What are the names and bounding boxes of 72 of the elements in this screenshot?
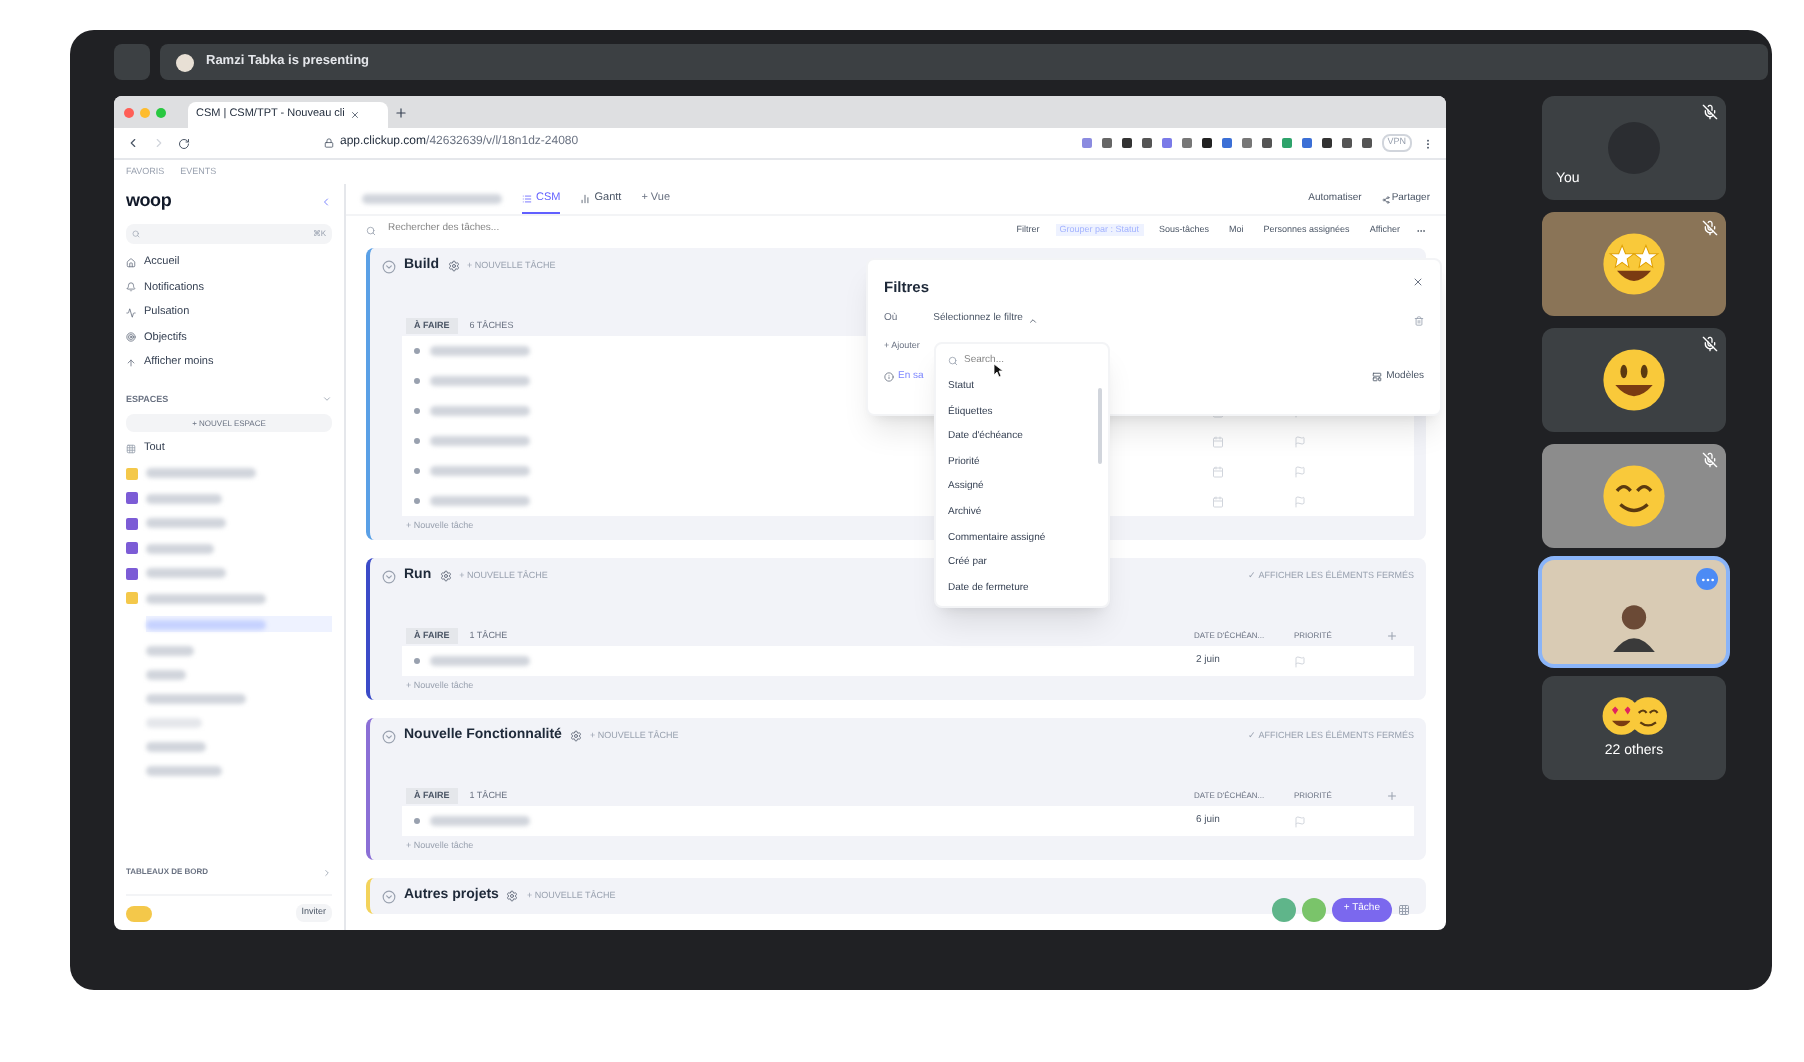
share-icon bbox=[1381, 195, 1390, 203]
emoji-icon bbox=[1600, 346, 1668, 414]
add-column-icon[interactable] bbox=[1386, 789, 1398, 802]
caret-icon bbox=[1028, 315, 1039, 325]
blurred-text bbox=[430, 436, 530, 447]
blurred-text bbox=[146, 568, 226, 578]
blurred-text bbox=[146, 694, 246, 705]
chevron-icon[interactable] bbox=[322, 867, 332, 878]
space-icon[interactable] bbox=[126, 517, 138, 529]
pulse-icon bbox=[126, 307, 136, 318]
bell-icon bbox=[126, 282, 136, 293]
blurred-text bbox=[146, 766, 222, 777]
bar-chart-icon bbox=[580, 194, 591, 204]
emoji-icon bbox=[1600, 462, 1668, 530]
blurred-text bbox=[146, 493, 222, 503]
collapse-icon[interactable] bbox=[382, 569, 396, 584]
target-icon bbox=[126, 332, 136, 343]
list-icon bbox=[522, 193, 532, 203]
blurred-text bbox=[146, 718, 202, 729]
info-icon bbox=[884, 371, 894, 382]
blurred-text bbox=[146, 543, 214, 553]
home-icon bbox=[126, 257, 136, 268]
search-icon bbox=[948, 356, 958, 367]
person-silhouette-icon bbox=[1608, 600, 1660, 652]
calendar-icon[interactable] bbox=[1212, 435, 1224, 448]
blurred-text bbox=[146, 518, 226, 528]
meeting-menu-button[interactable] bbox=[114, 44, 150, 80]
search-icon bbox=[132, 230, 140, 238]
delete-icon[interactable] bbox=[1414, 315, 1424, 325]
blurred-text bbox=[146, 593, 266, 603]
blurred-text bbox=[430, 406, 530, 417]
space-icon[interactable] bbox=[126, 492, 138, 504]
collapse-icon[interactable] bbox=[382, 889, 396, 904]
space-icon[interactable] bbox=[126, 567, 138, 579]
collapse-icon[interactable] bbox=[382, 259, 396, 274]
collapse-icon[interactable] bbox=[382, 729, 396, 744]
new-tab-icon[interactable] bbox=[394, 105, 408, 119]
logo-text: woop bbox=[126, 188, 172, 215]
grid-icon[interactable] bbox=[1398, 904, 1410, 916]
blurred-text bbox=[146, 742, 206, 753]
back-icon[interactable] bbox=[126, 136, 140, 150]
workspace-avatar[interactable] bbox=[126, 905, 152, 922]
gear-icon[interactable] bbox=[439, 570, 452, 583]
blurred-text bbox=[146, 619, 266, 630]
blurred-text bbox=[430, 496, 530, 507]
add-column-icon[interactable] bbox=[1386, 629, 1398, 642]
scrollbar bbox=[1098, 388, 1102, 464]
blurred-text bbox=[146, 468, 256, 478]
mouse-cursor-icon bbox=[994, 364, 1004, 378]
blurred-text bbox=[430, 346, 530, 357]
gear-icon[interactable] bbox=[447, 260, 459, 273]
grid-icon bbox=[126, 443, 136, 454]
blurred-text bbox=[430, 656, 530, 667]
gear-icon[interactable] bbox=[506, 890, 519, 903]
close-icon[interactable] bbox=[1412, 276, 1424, 288]
reload-icon[interactable] bbox=[178, 137, 190, 149]
blurred-text bbox=[146, 670, 186, 681]
more-options-button[interactable] bbox=[1696, 568, 1718, 590]
blurred-text bbox=[146, 646, 194, 657]
search-icon bbox=[366, 225, 376, 235]
template-icon bbox=[1372, 371, 1383, 382]
gear-icon[interactable] bbox=[569, 730, 582, 743]
arrow-up-icon bbox=[126, 357, 136, 368]
blurred-text bbox=[430, 816, 530, 827]
blurred-text bbox=[362, 194, 502, 204]
lock-icon bbox=[324, 138, 334, 148]
collapse-sidebar-icon[interactable] bbox=[320, 196, 332, 208]
blurred-text bbox=[430, 376, 530, 387]
chevron-icon[interactable] bbox=[322, 394, 332, 405]
space-icon[interactable] bbox=[126, 542, 138, 554]
blurred-text bbox=[430, 466, 530, 477]
emoji-icon bbox=[1600, 230, 1668, 298]
